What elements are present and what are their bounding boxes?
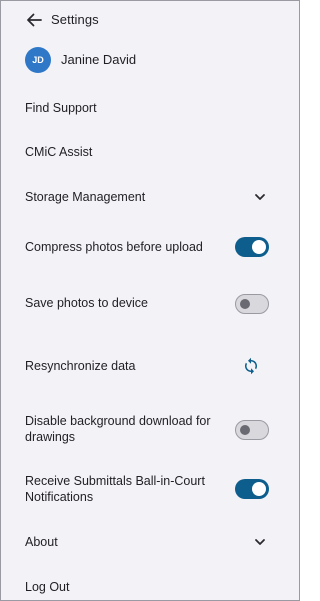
resynchronize-item[interactable]: Resynchronize data [1, 356, 299, 376]
header: Settings [1, 1, 299, 39]
disable-background-download-label: Disable background download for drawings [25, 414, 211, 444]
receive-submittals-label: Receive Submittals Ball-in-Court Notific… [25, 474, 205, 504]
storage-management-item[interactable]: Storage Management [1, 187, 299, 207]
avatar: JD [25, 47, 51, 73]
toggle-knob [252, 240, 266, 254]
sync-icon[interactable] [242, 357, 260, 375]
user-name: Janine David [61, 52, 137, 67]
save-photos-setting: Save photos to device [1, 293, 299, 314]
resynchronize-label: Resynchronize data [25, 359, 136, 373]
cmic-assist-item[interactable]: CMiC Assist [1, 142, 299, 162]
toggle-knob [240, 299, 250, 309]
page-title: Settings [51, 12, 99, 27]
about-item[interactable]: About [1, 532, 299, 552]
receive-submittals-toggle[interactable] [235, 479, 269, 499]
toggle-knob [240, 425, 250, 435]
log-out-label: Log Out [25, 580, 70, 594]
compress-photos-toggle[interactable] [235, 237, 269, 257]
settings-screen: Settings JD Janine David Find Support CM… [0, 0, 300, 601]
save-photos-label: Save photos to device [25, 296, 148, 310]
log-out-item[interactable]: Log Out [1, 578, 299, 598]
chevron-down-icon[interactable] [253, 535, 267, 549]
compress-photos-setting: Compress photos before upload [1, 237, 299, 257]
receive-submittals-setting: Receive Submittals Ball-in-Court Notific… [1, 471, 299, 507]
toggle-knob [252, 482, 266, 496]
compress-photos-label: Compress photos before upload [25, 240, 203, 254]
save-photos-toggle[interactable] [235, 294, 269, 314]
chevron-down-icon[interactable] [253, 190, 267, 204]
back-arrow-icon[interactable] [25, 11, 43, 29]
find-support-item[interactable]: Find Support [1, 98, 299, 118]
about-label: About [25, 535, 58, 549]
cmic-assist-label: CMiC Assist [25, 145, 93, 159]
storage-management-label: Storage Management [25, 190, 146, 204]
disable-background-download-toggle[interactable] [235, 420, 269, 440]
disable-background-download-setting: Disable background download for drawings [1, 411, 299, 447]
find-support-label: Find Support [25, 101, 97, 115]
user-profile: JD Janine David [1, 46, 299, 74]
